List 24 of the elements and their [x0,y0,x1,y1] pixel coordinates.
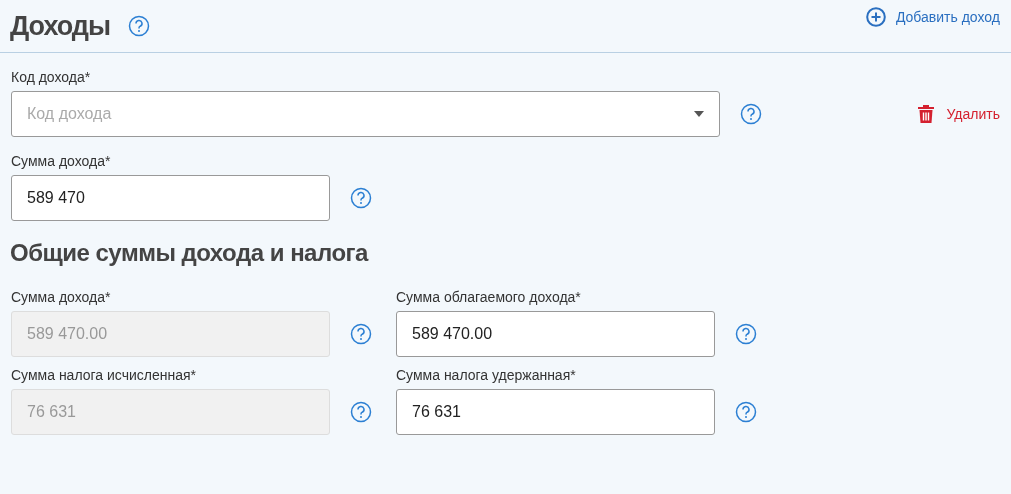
delete-button[interactable]: Удалить [916,104,1000,124]
amount-field[interactable]: 76 631 [396,389,715,435]
plus-icon [865,7,886,27]
income-amount-field[interactable]: 589 470 [11,175,330,221]
field-label: Сумма облагаемого дохода* [396,289,582,305]
amount-field[interactable]: 589 470.00 [396,311,715,357]
field-label: Сумма дохода* [11,289,112,305]
field-label: Сумма налога исчисленная* [11,367,197,383]
help-icon[interactable] [350,323,372,345]
field-label: Код дохода* [11,69,92,85]
help-icon[interactable] [350,187,372,209]
page-title: Доходы [10,10,111,43]
income-code-select[interactable]: Код дохода [11,91,720,137]
help-icon[interactable] [735,401,757,423]
field-label: Сумма налога удержанная* [396,367,577,383]
help-icon[interactable] [735,323,757,345]
help-icon[interactable] [350,401,372,423]
add-income-button[interactable]: Добавить доход [865,7,1000,27]
field-label: Сумма дохода* [11,153,112,169]
trash-icon [916,104,935,124]
help-icon[interactable] [740,103,762,125]
dropdown-caret-icon [694,111,704,117]
section-title: Общие суммы дохода и налога [10,238,368,268]
help-icon[interactable] [128,15,151,37]
